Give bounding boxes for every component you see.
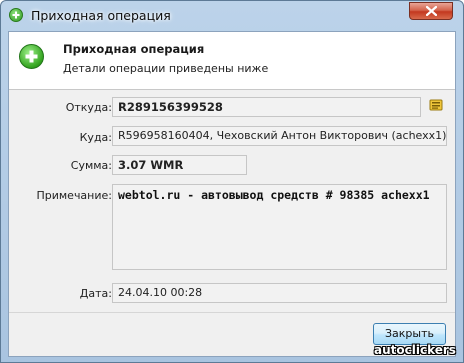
window-close-button[interactable] <box>409 2 453 20</box>
header-subtitle: Детали операции приведены ниже <box>63 62 269 75</box>
title-bar[interactable]: Приходная операция <box>1 1 463 30</box>
note-label: Примечание: <box>36 189 112 202</box>
close-button[interactable]: Закрыть <box>373 323 446 345</box>
window-title: Приходная операция <box>31 8 171 23</box>
from-label: Откуда: <box>65 101 112 114</box>
date-field[interactable]: 24.04.10 00:28 <box>112 283 447 303</box>
date-label: Дата: <box>79 287 112 300</box>
watermark: autoclickers <box>374 343 456 357</box>
from-field[interactable]: R289156399528 <box>112 97 421 117</box>
close-icon <box>426 6 437 16</box>
amount-label: Сумма: <box>70 159 112 172</box>
note-field[interactable]: webtol.ru - автовывод средств # 98385 ac… <box>112 184 447 270</box>
to-field[interactable]: R596958160404, Чеховский Антон Викторови… <box>112 126 447 146</box>
plus-icon <box>9 8 23 22</box>
plus-icon <box>19 44 44 69</box>
header-title: Приходная операция <box>63 42 205 56</box>
dialog-header: Приходная операция Детали операции приве… <box>9 32 455 90</box>
copy-icon[interactable] <box>428 97 444 113</box>
to-label: Куда: <box>79 131 112 144</box>
dialog-content: Приходная операция Детали операции приве… <box>8 31 456 357</box>
dialog-window: Приходная операция Приходная операция Де… <box>0 0 464 363</box>
amount-field[interactable]: 3.07 WMR <box>112 155 247 175</box>
footer-divider <box>9 312 455 313</box>
